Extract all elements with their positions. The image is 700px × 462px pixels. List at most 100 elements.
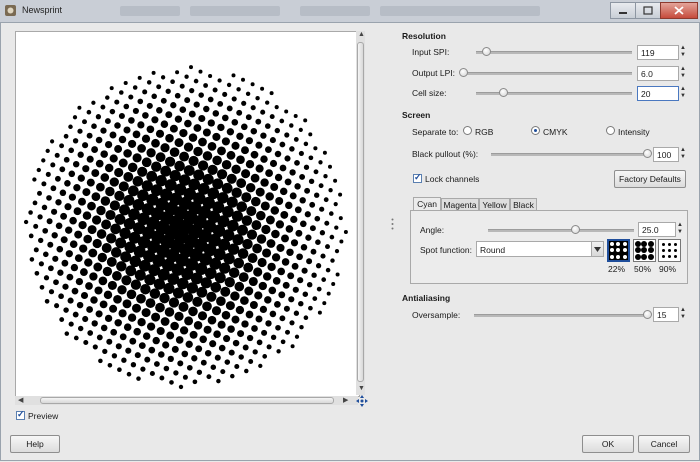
pane-resize-handle[interactable] bbox=[391, 218, 394, 232]
halftone-dot bbox=[192, 296, 203, 307]
factory-defaults-button[interactable]: Factory Defaults bbox=[614, 170, 686, 188]
halftone-dot bbox=[141, 134, 151, 143]
oversample-slider[interactable] bbox=[474, 314, 648, 317]
input-spi-field[interactable]: 119 bbox=[637, 45, 679, 60]
cancel-button[interactable]: Cancel bbox=[638, 435, 690, 453]
navigate-icon[interactable] bbox=[356, 395, 368, 409]
scroll-up-icon[interactable]: ▲ bbox=[358, 31, 365, 38]
input-spi-spinner[interactable]: ▲ ▼ bbox=[679, 45, 687, 60]
background-bar bbox=[300, 6, 370, 16]
scroll-right-icon[interactable]: ▶ bbox=[343, 396, 348, 404]
halftone-dot bbox=[80, 291, 89, 300]
angle-spinner[interactable]: ▲ ▼ bbox=[676, 222, 684, 237]
dropdown-arrow-icon[interactable] bbox=[591, 241, 604, 257]
halftone-dot bbox=[53, 279, 59, 286]
oversample-field[interactable]: 15 bbox=[653, 307, 679, 322]
separate-cmyk-radio[interactable] bbox=[531, 126, 540, 135]
halftone-dot bbox=[222, 91, 228, 97]
halftone-dot bbox=[277, 267, 286, 276]
halftone-dot bbox=[284, 109, 289, 114]
horizontal-scroll-thumb[interactable] bbox=[40, 397, 334, 404]
black-pullout-slider[interactable] bbox=[491, 153, 648, 156]
halftone-dot bbox=[207, 141, 217, 151]
halftone-dot bbox=[62, 283, 69, 290]
halftone-dot bbox=[257, 257, 267, 268]
black-pullout-slider-knob[interactable] bbox=[643, 149, 652, 158]
output-lpi-slider[interactable] bbox=[464, 72, 632, 75]
halftone-dot bbox=[39, 284, 45, 290]
halftone-dot bbox=[258, 281, 267, 291]
halftone-dot bbox=[264, 123, 271, 129]
halftone-dot bbox=[280, 210, 289, 219]
halftone-dot bbox=[302, 291, 309, 297]
halftone-dot bbox=[178, 384, 184, 390]
halftone-dot bbox=[234, 364, 240, 369]
minimize-button[interactable] bbox=[610, 2, 636, 19]
maximize-button[interactable] bbox=[635, 2, 661, 19]
halftone-dot bbox=[120, 251, 132, 263]
halftone-dot bbox=[137, 98, 144, 105]
preview-checkbox[interactable] bbox=[16, 409, 25, 420]
halftone-dot bbox=[113, 294, 122, 304]
halftone-dot bbox=[110, 328, 118, 336]
separate-intensity-radio[interactable] bbox=[606, 126, 615, 135]
separate-cmyk-label[interactable]: CMYK bbox=[543, 127, 568, 137]
halftone-dot bbox=[214, 272, 226, 284]
oversample-slider-knob[interactable] bbox=[643, 310, 652, 319]
halftone-dot bbox=[111, 353, 118, 359]
scroll-left-icon[interactable]: ◀ bbox=[18, 396, 23, 404]
halftone-dot bbox=[303, 118, 308, 123]
oversample-spinner[interactable]: ▲ ▼ bbox=[679, 307, 687, 322]
halftone-dot bbox=[202, 151, 213, 161]
close-button[interactable] bbox=[660, 2, 698, 19]
halftone-dot bbox=[202, 128, 211, 137]
halftone-dot bbox=[289, 123, 294, 128]
scroll-down-icon[interactable]: ▼ bbox=[358, 385, 365, 392]
halftone-dot bbox=[233, 257, 245, 269]
halftone-dot bbox=[174, 92, 181, 99]
halftone-dot bbox=[285, 225, 294, 233]
halftone-dot bbox=[265, 169, 273, 177]
lock-channels-checkbox[interactable] bbox=[413, 172, 422, 183]
separate-intensity-label[interactable]: Intensity bbox=[618, 127, 650, 137]
cell-size-slider-knob[interactable] bbox=[499, 88, 509, 97]
output-lpi-slider-knob[interactable] bbox=[459, 68, 468, 77]
halftone-dot bbox=[338, 216, 343, 221]
ok-button[interactable]: OK bbox=[582, 435, 634, 453]
halftone-dot bbox=[59, 189, 67, 197]
halftone-dot bbox=[245, 159, 255, 169]
cell-size-field[interactable]: 20 bbox=[637, 86, 679, 101]
halftone-dot bbox=[275, 324, 281, 331]
black-pullout-spinner[interactable]: ▲ ▼ bbox=[679, 147, 687, 162]
halftone-dot bbox=[207, 164, 218, 176]
spot-function-value: Round bbox=[480, 245, 506, 255]
output-lpi-spinner[interactable]: ▲ ▼ bbox=[679, 66, 687, 81]
tab-cyan[interactable]: Cyan bbox=[413, 197, 441, 211]
angle-field[interactable]: 25.0 bbox=[638, 222, 676, 237]
input-spi-slider-knob[interactable] bbox=[481, 47, 491, 56]
halftone-dot bbox=[333, 202, 338, 207]
halftone-dot bbox=[107, 362, 113, 368]
oversample-label: Oversample: bbox=[412, 310, 461, 320]
halftone-dot bbox=[184, 316, 194, 326]
black-pullout-field[interactable]: 100 bbox=[653, 147, 679, 162]
halftone-dot bbox=[114, 167, 124, 178]
spot-function-select[interactable]: Round bbox=[476, 241, 604, 257]
angle-slider-knob[interactable] bbox=[570, 225, 580, 234]
halftone-dot bbox=[177, 360, 184, 367]
vertical-scroll-thumb[interactable] bbox=[357, 42, 364, 382]
output-lpi-field[interactable]: 6.0 bbox=[637, 66, 679, 81]
halftone-dot bbox=[123, 149, 132, 158]
separate-rgb-label[interactable]: RGB bbox=[475, 127, 493, 137]
help-button[interactable]: Help bbox=[10, 435, 60, 453]
halftone-dot bbox=[87, 225, 97, 235]
halftone-dot bbox=[122, 299, 132, 309]
halftone-dot bbox=[146, 170, 158, 182]
separate-rgb-radio[interactable] bbox=[463, 126, 472, 135]
angle-slider[interactable] bbox=[488, 229, 634, 232]
input-spi-slider[interactable] bbox=[476, 51, 632, 54]
halftone-dot bbox=[244, 368, 249, 374]
cell-size-spinner[interactable]: ▲ ▼ bbox=[679, 86, 687, 101]
halftone-dot bbox=[226, 82, 232, 88]
halftone-dot bbox=[203, 325, 212, 334]
